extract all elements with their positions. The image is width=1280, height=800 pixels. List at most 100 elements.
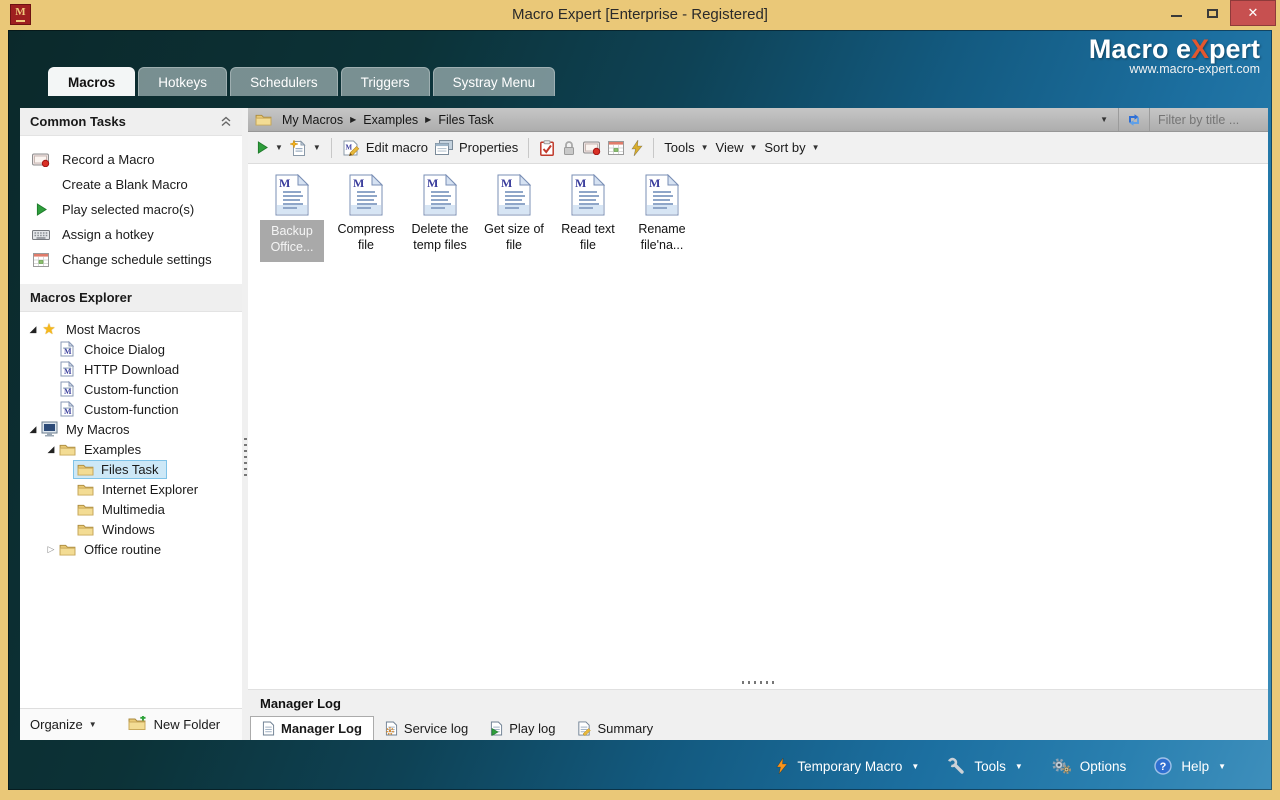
- tree-item-office-routine[interactable]: ▷ Office routine: [20, 539, 242, 559]
- breadcrumb-my-macros[interactable]: My Macros: [277, 113, 348, 127]
- tab-play-log[interactable]: Play log: [479, 716, 566, 740]
- macro-file-icon: [423, 174, 457, 216]
- caret-down-icon: ▼: [749, 143, 757, 152]
- tools-menu-button[interactable]: Tools▼: [664, 140, 708, 155]
- new-macro-button[interactable]: [290, 140, 306, 156]
- refresh-button[interactable]: [1119, 113, 1149, 127]
- document-icon: [262, 721, 275, 736]
- toolbar-separator: [331, 138, 332, 158]
- expander-open-icon[interactable]: ◢: [26, 424, 40, 435]
- log-tabs: Manager Log Service log Play log Summary: [248, 716, 1268, 740]
- filter-by-title-input[interactable]: [1150, 109, 1262, 130]
- tab-schedulers[interactable]: Schedulers: [230, 67, 338, 96]
- caret-down-icon: ▼: [1015, 762, 1023, 771]
- keyboard-icon: [32, 227, 50, 243]
- breadcrumb-dropdown-button[interactable]: ▼: [1090, 115, 1118, 124]
- tree-item-choice-dialog[interactable]: Choice Dialog: [20, 339, 242, 359]
- tab-hotkeys[interactable]: Hotkeys: [138, 67, 227, 96]
- computer-icon: [40, 421, 58, 437]
- macro-file-icon: [58, 361, 76, 377]
- macros-tree: ◢ ★ Most Macros Choice Dialog HTTP Downl…: [20, 312, 242, 559]
- folder-icon: [76, 483, 94, 496]
- tab-systray-menu[interactable]: Systray Menu: [433, 67, 556, 96]
- macro-tile-get-size-of-file[interactable]: Get size of file: [482, 174, 546, 255]
- task-record-macro[interactable]: Record a Macro: [20, 147, 242, 172]
- folder-icon: [58, 543, 76, 556]
- view-menu-button[interactable]: View▼: [716, 140, 758, 155]
- tree-item-http-download[interactable]: HTTP Download: [20, 359, 242, 379]
- summary-icon: [577, 721, 591, 736]
- run-macro-button[interactable]: [257, 141, 268, 154]
- tree-item-most-macros[interactable]: ◢ ★ Most Macros: [20, 319, 242, 339]
- folder-icon: [76, 503, 94, 516]
- properties-button[interactable]: Properties: [435, 140, 518, 155]
- expander-open-icon[interactable]: ◢: [44, 444, 58, 455]
- temporary-macro-menu[interactable]: Temporary Macro ▼: [776, 758, 919, 774]
- schedule-button[interactable]: [608, 141, 624, 155]
- breadcrumb-right: ▼: [1090, 108, 1262, 131]
- statusbar: Temporary Macro ▼ Tools ▼ Options Help ▼: [8, 742, 1272, 790]
- tree-item-custom-function-1[interactable]: Custom-function: [20, 379, 242, 399]
- task-assign-hotkey[interactable]: Assign a hotkey: [20, 222, 242, 247]
- breadcrumb-files-task[interactable]: Files Task: [433, 113, 498, 127]
- breadcrumb-examples[interactable]: Examples: [358, 113, 423, 127]
- app-body: Macro eXpert www.macro-expert.com Macros…: [8, 30, 1272, 790]
- minimize-icon: [1171, 15, 1182, 17]
- macro-tile-rename-filename[interactable]: Rename file'na...: [630, 174, 694, 255]
- macros-explorer-title: Macros Explorer: [30, 290, 132, 305]
- properties-icon: [435, 140, 453, 155]
- task-play-selected[interactable]: Play selected macro(s): [20, 197, 242, 222]
- task-create-blank-macro[interactable]: Create a Blank Macro: [20, 172, 242, 197]
- brand-logo: Macro eXpert www.macro-expert.com: [1089, 35, 1260, 76]
- macro-tile-compress-file[interactable]: Compress file: [334, 174, 398, 255]
- record-screen-icon: [583, 141, 601, 155]
- lightning-icon: [631, 140, 643, 156]
- tree-item-examples[interactable]: ◢ Examples: [20, 439, 242, 459]
- tab-triggers[interactable]: Triggers: [341, 67, 430, 96]
- titlebar: M Macro Expert [Enterprise - Registered]…: [0, 0, 1280, 30]
- tree-item-internet-explorer[interactable]: Internet Explorer: [20, 479, 242, 499]
- brand-url: www.macro-expert.com: [1089, 63, 1260, 76]
- caret-down-icon: ▼: [89, 720, 97, 729]
- macro-tile-delete-temp-files[interactable]: Delete the temp files: [408, 174, 472, 255]
- tree-item-windows[interactable]: Windows: [20, 519, 242, 539]
- tools-menu[interactable]: Tools ▼: [947, 757, 1022, 775]
- tab-summary[interactable]: Summary: [566, 716, 664, 740]
- macro-tile-read-text-file[interactable]: Read text file: [556, 174, 620, 255]
- organize-button[interactable]: Organize ▼: [30, 717, 97, 732]
- help-menu[interactable]: Help ▼: [1154, 757, 1226, 775]
- collapse-chevron-icon[interactable]: [220, 116, 232, 127]
- tree-item-files-task[interactable]: Files Task: [20, 459, 242, 479]
- splitter-grip: [244, 438, 247, 476]
- run-dropdown-button[interactable]: ▼: [275, 143, 283, 152]
- new-folder-button[interactable]: New Folder: [128, 716, 220, 734]
- common-tasks-list: Record a Macro Create a Blank Macro Play…: [20, 136, 242, 284]
- expander-open-icon[interactable]: ◢: [26, 324, 40, 335]
- log-panel-header: Manager Log: [248, 689, 1268, 716]
- sort-by-menu-button[interactable]: Sort by▼: [764, 140, 819, 155]
- tab-service-log[interactable]: Service log: [374, 716, 479, 740]
- minimize-button[interactable]: [1158, 0, 1194, 26]
- toolbar: ▼ ▼ Edit macro Properties: [248, 132, 1268, 164]
- tree-item-my-macros[interactable]: ◢ My Macros: [20, 419, 242, 439]
- macro-tile-backup-office[interactable]: Backup Office...: [260, 174, 324, 262]
- record-button[interactable]: [583, 141, 601, 155]
- trigger-button[interactable]: [631, 140, 643, 156]
- validate-macro-button[interactable]: [539, 140, 555, 156]
- tab-macros[interactable]: Macros: [48, 67, 135, 96]
- edit-macro-button[interactable]: Edit macro: [342, 140, 428, 156]
- tree-item-multimedia[interactable]: Multimedia: [20, 499, 242, 519]
- maximize-button[interactable]: [1194, 0, 1230, 26]
- new-dropdown-button[interactable]: ▼: [313, 143, 321, 152]
- macro-file-icon: [645, 174, 679, 216]
- lock-macro-button[interactable]: [562, 140, 576, 156]
- options-button[interactable]: Options: [1051, 757, 1127, 775]
- expander-closed-icon[interactable]: ▷: [44, 544, 58, 555]
- log-panel-splitter[interactable]: [248, 676, 1268, 689]
- close-button[interactable]: ✕: [1230, 0, 1276, 26]
- tree-item-custom-function-2[interactable]: Custom-function: [20, 399, 242, 419]
- clipboard-check-icon: [539, 140, 555, 156]
- task-change-schedule[interactable]: Change schedule settings: [20, 247, 242, 272]
- tab-manager-log[interactable]: Manager Log: [250, 716, 374, 740]
- play-icon: [32, 202, 50, 218]
